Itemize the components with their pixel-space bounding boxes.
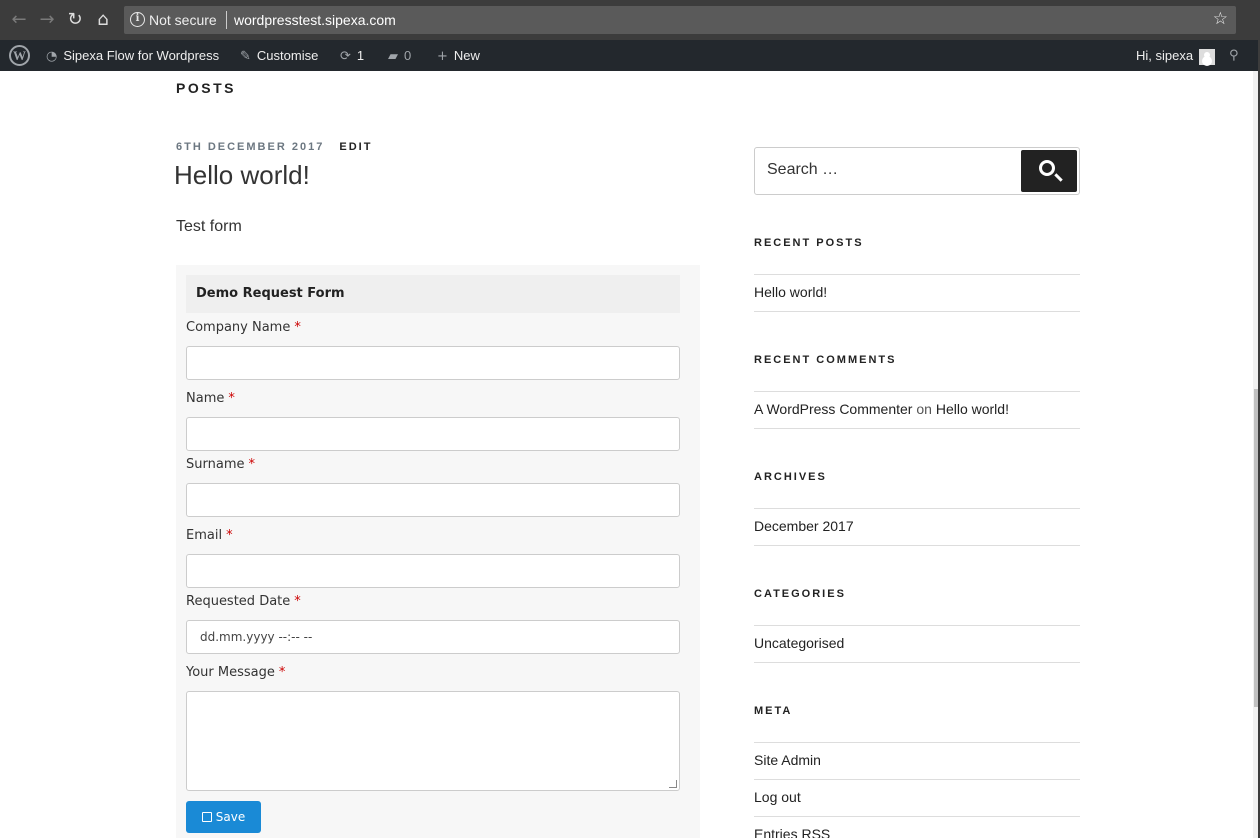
site-admin-link[interactable]: Site Admin [754, 752, 821, 768]
forward-arrow-icon[interactable]: → [36, 9, 58, 31]
comments-link[interactable]: ▰ 0 [388, 40, 411, 71]
edit-link[interactable]: EDIT [339, 141, 372, 153]
divider [754, 625, 1080, 626]
name-field[interactable] [186, 417, 680, 451]
customise-label: Customise [256, 48, 319, 63]
categories-title: CATEGORIES [754, 588, 846, 600]
address-bar[interactable]: i Not secure wordpresstest.sipexa.com ☆ [124, 6, 1236, 34]
search-icon [1039, 160, 1055, 176]
floppy-disk-icon [201, 812, 212, 822]
plus-icon: + [437, 49, 448, 65]
requested-date-label: Requested Date * [186, 594, 301, 609]
form-title: Demo Request Form [186, 275, 680, 313]
save-button[interactable]: Save [186, 801, 261, 833]
adminbar-search-icon[interactable]: ⚲ [1229, 40, 1239, 71]
recent-comments-title: RECENT COMMENTS [754, 354, 897, 366]
log-out-link[interactable]: Log out [754, 789, 801, 805]
archive-link[interactable]: December 2017 [754, 518, 854, 534]
wordpress-logo-icon[interactable]: W [9, 45, 30, 66]
demo-request-form: Demo Request Form Company Name * Name * Su… [176, 265, 700, 838]
bookmark-star-icon[interactable]: ☆ [1213, 9, 1228, 29]
meta-title: META [754, 705, 793, 717]
name-label: Name * [186, 391, 235, 406]
company-name-label: Company Name * [186, 320, 301, 335]
comment-author-link[interactable]: A WordPress Commenter [754, 401, 912, 417]
divider [754, 508, 1080, 509]
recent-post-link[interactable]: Hello world! [754, 284, 827, 300]
save-label: Save [215, 810, 246, 824]
avatar [1199, 48, 1216, 65]
info-icon[interactable]: i [130, 12, 145, 27]
post-content-text: Test form [176, 218, 242, 235]
home-icon[interactable]: ⌂ [92, 9, 114, 31]
back-arrow-icon[interactable]: ← [8, 9, 30, 31]
message-label: Your Message * [186, 665, 286, 680]
updates-link[interactable]: ⟳ 1 [340, 40, 364, 71]
email-field[interactable] [186, 554, 680, 588]
browser-toolbar: ← → ↻ ⌂ i Not secure wordpresstest.sipex… [0, 0, 1260, 40]
customise-link[interactable]: ✎ Customise [240, 40, 318, 71]
updates-count: 1 [356, 48, 365, 63]
new-content-link[interactable]: + New [437, 40, 480, 71]
resize-handle[interactable] [669, 780, 677, 788]
post-title[interactable]: Hello world! [174, 160, 310, 191]
comment-on-text: on [916, 401, 932, 417]
updates-icon: ⟳ [340, 49, 351, 65]
dashboard-icon: ◔ [46, 49, 58, 65]
site-name-label: Sipexa Flow for Wordpress [63, 48, 220, 63]
divider [754, 391, 1080, 392]
recent-comment-item: A WordPress Commenter on Hello world! [754, 401, 1009, 417]
archives-title: ARCHIVES [754, 471, 827, 483]
divider [754, 311, 1080, 312]
post-date[interactable]: 6TH DECEMBER 2017 [176, 141, 324, 153]
address-separator [226, 11, 227, 29]
comment-post-link[interactable]: Hello world! [936, 401, 1009, 417]
search-button[interactable] [1021, 150, 1077, 192]
comments-count: 0 [404, 48, 412, 63]
page-title: POSTS [176, 80, 236, 96]
site-name-link[interactable]: ◔ Sipexa Flow for Wordpress [46, 40, 219, 71]
divider [754, 816, 1080, 817]
greeting-label: Hi, sipexa [1136, 48, 1194, 63]
wp-admin-bar: W ◔ Sipexa Flow for Wordpress ✎ Customise … [0, 40, 1260, 71]
divider [754, 779, 1080, 780]
search-input[interactable]: Search … [767, 161, 838, 179]
comment-bubble-icon: ▰ [388, 49, 398, 65]
brush-icon: ✎ [240, 49, 251, 65]
surname-field[interactable] [186, 483, 680, 517]
divider [754, 274, 1080, 275]
divider [754, 428, 1080, 429]
company-name-field[interactable] [186, 346, 680, 380]
requested-date-field[interactable]: dd.mm.yyyy --:-- -- [186, 620, 680, 654]
my-account-link[interactable]: Hi, sipexa [1136, 40, 1216, 71]
recent-posts-title: RECENT POSTS [754, 237, 864, 249]
email-label: Email * [186, 528, 233, 543]
message-textarea[interactable] [186, 691, 680, 791]
category-link[interactable]: Uncategorised [754, 635, 844, 651]
divider [754, 742, 1080, 743]
search-form: Search … [754, 147, 1080, 195]
reload-icon[interactable]: ↻ [64, 9, 86, 31]
divider [754, 545, 1080, 546]
surname-label: Surname * [186, 457, 255, 472]
security-label[interactable]: Not secure [149, 12, 217, 28]
post-meta: 6TH DECEMBER 2017 EDIT [176, 141, 372, 153]
new-label: New [453, 48, 480, 63]
entries-rss-link[interactable]: Entries RSS [754, 826, 830, 838]
divider [754, 662, 1080, 663]
url-text[interactable]: wordpresstest.sipexa.com [234, 12, 396, 28]
